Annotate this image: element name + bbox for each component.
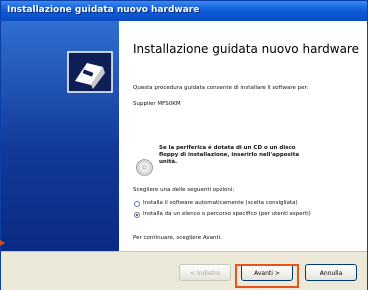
title-bar[interactable]: Installazione guidata nuovo hardware bbox=[1, 1, 367, 21]
continue-prompt: Per continuare, scegliere Avanti. bbox=[133, 235, 222, 241]
choose-prompt: Scegliere una delle seguenti opzioni: bbox=[133, 187, 235, 193]
wizard-side-panel bbox=[1, 21, 119, 251]
option-auto-label[interactable]: Installa il software automaticamente (sc… bbox=[143, 200, 298, 206]
window-title: Installazione guidata nuovo hardware bbox=[7, 5, 200, 15]
button-bar: < Indietro Avanti > Annulla bbox=[1, 251, 367, 290]
cd-note-line-3: unità. bbox=[159, 159, 178, 165]
option-manual-radio[interactable] bbox=[134, 212, 140, 218]
device-name: Supplier MFS0KM bbox=[133, 101, 181, 107]
cd-note-line-1: Se la periferica è dotata di un CD o un … bbox=[159, 145, 296, 151]
option-auto-radio[interactable] bbox=[134, 201, 140, 207]
wizard-heading: Installazione guidata nuovo hardware bbox=[133, 42, 359, 56]
next-button-highlight bbox=[235, 264, 299, 288]
wizard-window: Installazione guidata nuovo hardware Ins… bbox=[0, 0, 368, 290]
cancel-button[interactable]: Annulla bbox=[305, 264, 357, 281]
wizard-content: Installazione guidata nuovo hardware Que… bbox=[119, 21, 367, 251]
intro-text: Questa procedura guidata consente di ins… bbox=[133, 85, 309, 91]
pointer-arrow-icon bbox=[0, 240, 5, 246]
hardware-wizard-icon bbox=[67, 51, 113, 93]
cd-note-line-2: floppy di installazione, inserirlo nell'… bbox=[159, 152, 300, 158]
cd-icon bbox=[136, 159, 153, 176]
back-button[interactable]: < Indietro bbox=[179, 264, 231, 281]
option-manual-label[interactable]: Installa da un elenco o percorso specifi… bbox=[143, 211, 311, 217]
